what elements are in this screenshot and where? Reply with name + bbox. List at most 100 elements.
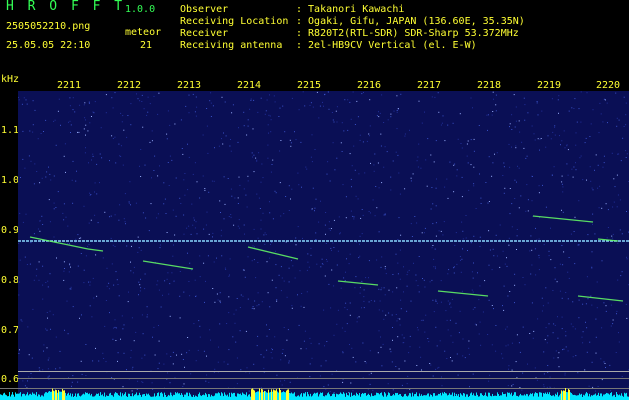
noise-speck xyxy=(605,310,607,312)
spectrum-bar xyxy=(55,389,56,400)
noise-speck xyxy=(111,97,113,99)
spectrum-bar xyxy=(359,393,360,400)
spectrum-bar xyxy=(272,391,273,400)
noise-speck xyxy=(130,124,132,126)
noise-speck xyxy=(256,159,258,161)
noise-speck xyxy=(209,100,211,102)
noise-speck xyxy=(610,325,612,327)
noise-speck xyxy=(235,341,237,343)
spectrum-bar xyxy=(556,394,557,400)
noise-speck xyxy=(268,329,270,330)
noise-speck xyxy=(274,336,276,338)
noise-speck xyxy=(492,111,494,112)
noise-speck xyxy=(118,219,120,221)
noise-speck xyxy=(163,182,165,184)
noise-speck xyxy=(145,217,147,219)
noise-speck xyxy=(281,384,283,386)
spectrum-bar xyxy=(328,392,329,400)
noise-speck xyxy=(347,129,349,131)
spectrum-bar xyxy=(267,392,268,400)
spectrum-bar xyxy=(426,395,427,400)
noise-speck xyxy=(429,363,431,364)
spectrum-bar xyxy=(25,395,26,400)
noise-speck xyxy=(251,307,253,309)
noise-speck xyxy=(486,114,488,116)
noise-speck xyxy=(236,383,238,385)
noise-speck xyxy=(310,247,312,249)
noise-speck xyxy=(260,228,262,230)
spectrum-bar xyxy=(274,390,275,400)
noise-speck xyxy=(565,335,567,337)
noise-speck xyxy=(163,363,165,365)
noise-speck xyxy=(26,264,28,265)
noise-speck xyxy=(368,301,370,303)
noise-speck xyxy=(487,334,489,335)
noise-speck xyxy=(432,203,434,205)
noise-speck xyxy=(212,232,214,234)
noise-speck xyxy=(502,175,504,176)
spectrum-bar xyxy=(554,396,555,400)
noise-speck xyxy=(431,96,433,98)
noise-speck xyxy=(509,213,511,215)
noise-speck xyxy=(77,265,79,267)
spectrum-bar xyxy=(594,394,595,400)
noise-speck xyxy=(306,168,308,170)
noise-speck xyxy=(434,96,436,98)
noise-speck xyxy=(465,237,467,239)
noise-speck xyxy=(72,375,74,377)
noise-speck xyxy=(55,336,57,338)
spectrum-bar xyxy=(254,390,255,400)
noise-speck xyxy=(89,192,91,194)
noise-speck xyxy=(519,131,521,133)
noise-speck xyxy=(472,308,474,310)
noise-speck xyxy=(577,372,579,374)
spectrum-bar xyxy=(518,396,519,400)
spectrum-bar xyxy=(252,388,253,400)
noise-speck xyxy=(547,365,549,366)
noise-speck xyxy=(527,199,529,201)
noise-speck xyxy=(626,211,627,212)
noise-speck xyxy=(234,322,236,324)
noise-speck xyxy=(18,375,19,377)
noise-speck xyxy=(234,197,236,199)
noise-speck xyxy=(202,134,204,136)
noise-speck xyxy=(408,352,410,354)
noise-speck xyxy=(199,325,201,327)
noise-speck xyxy=(115,271,117,273)
noise-speck xyxy=(316,263,318,265)
noise-speck xyxy=(592,109,594,111)
noise-speck xyxy=(366,140,368,142)
noise-speck xyxy=(324,345,325,347)
noise-speck xyxy=(618,119,620,121)
noise-speck xyxy=(272,218,274,220)
noise-speck xyxy=(512,384,514,385)
noise-speck xyxy=(441,385,443,387)
spectrum-bar xyxy=(388,392,389,400)
noise-speck xyxy=(587,298,589,300)
noise-speck xyxy=(303,340,305,342)
noise-speck xyxy=(404,360,406,362)
spectrum-bar xyxy=(311,396,312,400)
noise-speck xyxy=(49,173,51,175)
noise-speck xyxy=(67,333,69,335)
spectrum-bar xyxy=(579,393,580,400)
noise-speck xyxy=(21,103,23,105)
noise-speck xyxy=(183,214,185,216)
noise-speck xyxy=(495,94,497,96)
noise-speck xyxy=(92,111,94,113)
noise-speck xyxy=(390,351,392,353)
spectrum-bar xyxy=(6,395,7,400)
noise-speck xyxy=(388,312,390,314)
spectrum-bar xyxy=(547,392,548,400)
noise-speck xyxy=(404,133,406,135)
noise-speck xyxy=(45,119,47,121)
spectrum-bar xyxy=(585,393,586,400)
noise-speck xyxy=(357,116,359,118)
noise-speck xyxy=(462,338,464,340)
spectrum-bar xyxy=(403,396,404,400)
noise-speck xyxy=(262,177,264,179)
noise-speck xyxy=(114,246,116,247)
noise-speck xyxy=(541,110,543,112)
noise-speck xyxy=(399,193,401,195)
spectrum-bar xyxy=(399,394,400,400)
